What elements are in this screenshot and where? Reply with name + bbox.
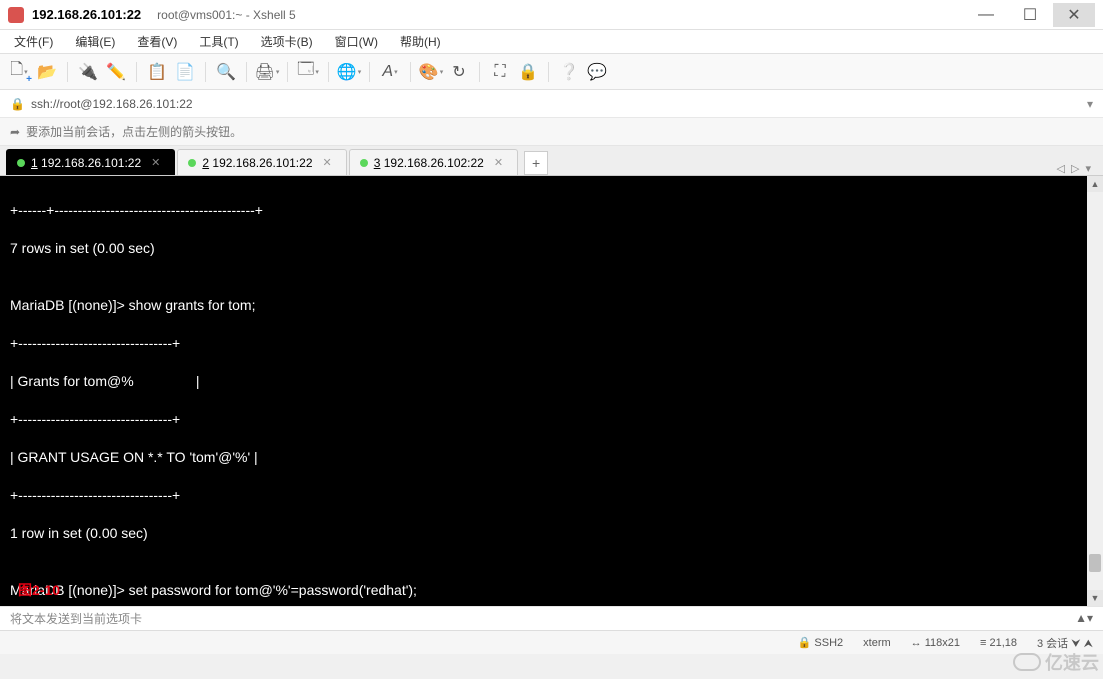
tab-list-icon[interactable]: ▾ [1085,162,1091,175]
tab-label: 192.168.26.102:22 [384,156,484,170]
fullscreen-icon[interactable]: ⛶ [489,61,511,83]
scroll-down-icon[interactable]: ▼ [1087,590,1103,606]
scrollbar[interactable]: ▲ ▼ [1087,176,1103,606]
lock-small-icon: 🔒 [10,97,25,111]
separator [369,62,370,82]
help-icon[interactable]: ❔ [558,61,580,83]
tab-2[interactable]: 2 192.168.26.101:22 ✕ [177,149,346,175]
properties-icon[interactable]: 🗔▾ [297,61,319,83]
maximize-button[interactable]: ☐ [1009,3,1051,27]
separator [328,62,329,82]
menu-bar: 文件(F) 编辑(E) 查看(V) 工具(T) 选项卡(B) 窗口(W) 帮助(… [0,30,1103,54]
reconnect-icon[interactable]: 🔌 [77,61,99,83]
tab-label: 192.168.26.101:22 [212,156,312,170]
term-line: +------+--------------------------------… [10,201,1093,220]
separator [479,62,480,82]
hint-text: 要添加当前会话，点击左侧的箭头按钮。 [26,123,242,140]
address-bar: 🔒 ssh://root@192.168.26.101:22 ▾ [0,90,1103,118]
term-line: +---------------------------------+ [10,410,1093,429]
separator [410,62,411,82]
disconnect-icon[interactable]: ✏️ [105,61,127,83]
status-dot-icon [188,159,196,167]
tab-num: 3 [374,156,381,170]
menu-edit[interactable]: 编辑(E) [71,31,119,52]
tab-close-icon[interactable]: ✕ [323,156,332,169]
term-line: MariaDB [(none)]> show grants for tom; [10,296,1093,315]
close-button[interactable]: ✕ [1053,3,1095,27]
hint-bar: ➦ 要添加当前会话，点击左侧的箭头按钮。 [0,118,1103,146]
terminal-area: +------+--------------------------------… [0,176,1103,606]
status-dot-icon [17,159,25,167]
scroll-thumb[interactable] [1089,554,1101,572]
separator [136,62,137,82]
status-size: ↔ 118x21 [911,637,960,649]
cloud-icon [1013,653,1041,671]
menu-file[interactable]: 文件(F) [10,31,57,52]
figure-label: 图2-10 [18,580,60,600]
terminal[interactable]: +------+--------------------------------… [0,176,1103,606]
globe-icon[interactable]: 🌐▾ [338,61,360,83]
status-ssh: 🔒 SSH2 [798,636,844,649]
title-bar: 192.168.26.101:22 root@vms001:~ - Xshell… [0,0,1103,30]
toolbar: 🗋▾ 📂 🔌 ✏️ 📋 📄 🔍 🖨▾ 🗔▾ 🌐▾ A▾ 🎨▾ ↻ ⛶ 🔒 ❔ 💬 [0,54,1103,90]
separator [287,62,288,82]
separator [205,62,206,82]
term-line: | GRANT USAGE ON *.* TO 'tom'@'%' | [10,448,1093,467]
color-icon[interactable]: 🎨▾ [420,61,442,83]
tab-num: 1 [31,156,38,170]
minimize-button[interactable]: — [965,3,1007,27]
search-icon[interactable]: 🔍 [215,61,237,83]
menu-help[interactable]: 帮助(H) [396,31,445,52]
status-dot-icon [360,159,368,167]
add-tab-button[interactable]: + [524,151,548,175]
term-line: +---------------------------------+ [10,334,1093,353]
term-line: +---------------------------------+ [10,486,1093,505]
scroll-up-icon[interactable]: ▲ [1087,176,1103,192]
print-icon[interactable]: 🖨▾ [256,61,278,83]
tab-3[interactable]: 3 192.168.26.102:22 ✕ [349,149,518,175]
title-subtitle: root@vms001:~ - Xshell 5 [157,8,296,22]
app-logo-icon [8,7,24,23]
refresh-icon[interactable]: ↻ [448,61,470,83]
compose-placeholder: 将文本发送到当前选项卡 [10,610,142,627]
term-line: 7 rows in set (0.00 sec) [10,239,1093,258]
status-termtype: xterm [863,637,891,649]
term-line: | Grants for tom@% | [10,372,1093,391]
compose-bar[interactable]: 将文本发送到当前选项卡 ▲▾ [0,606,1103,630]
font-icon[interactable]: A▾ [379,61,401,83]
tab-close-icon[interactable]: ✕ [494,156,503,169]
paste-icon[interactable]: 📄 [174,61,196,83]
tab-bar: 1 192.168.26.101:22 ✕ 2 192.168.26.101:2… [0,146,1103,176]
tab-nav: ◁ ▷ ▾ [1057,162,1097,175]
address-url[interactable]: ssh://root@192.168.26.101:22 [31,97,193,111]
lock-icon[interactable]: 🔒 [517,61,539,83]
term-line: MariaDB [(none)]> set password for tom@'… [10,581,1093,600]
separator [67,62,68,82]
dropdown-arrow-icon[interactable]: ▾ [1087,97,1093,111]
chat-icon[interactable]: 💬 [586,61,608,83]
copy-icon[interactable]: 📋 [146,61,168,83]
menu-tools[interactable]: 工具(T) [195,31,242,52]
tab-num: 2 [202,156,209,170]
term-line: 1 row in set (0.00 sec) [10,524,1093,543]
compose-send-icon[interactable]: ▲▾ [1075,611,1093,625]
title-host: 192.168.26.101:22 [32,7,141,22]
tab-label: 192.168.26.101:22 [41,156,141,170]
status-pos: ≡ 21,18 [980,637,1017,649]
watermark: 亿速云 [1013,649,1099,675]
menu-window[interactable]: 窗口(W) [331,31,382,52]
new-session-icon[interactable]: 🗋▾ [8,61,30,83]
menu-tabs[interactable]: 选项卡(B) [257,31,317,52]
open-icon[interactable]: 📂 [36,61,58,83]
tab-1[interactable]: 1 192.168.26.101:22 ✕ [6,149,175,175]
separator [548,62,549,82]
menu-view[interactable]: 查看(V) [133,31,181,52]
status-bar: 🔒 SSH2 xterm ↔ 118x21 ≡ 21,18 3 会话 ⮟ ⮝ [0,630,1103,654]
separator [246,62,247,82]
tab-prev-icon[interactable]: ◁ [1057,162,1065,175]
tab-next-icon[interactable]: ▷ [1071,162,1079,175]
add-arrow-icon[interactable]: ➦ [10,125,20,139]
tab-close-icon[interactable]: ✕ [151,156,160,169]
